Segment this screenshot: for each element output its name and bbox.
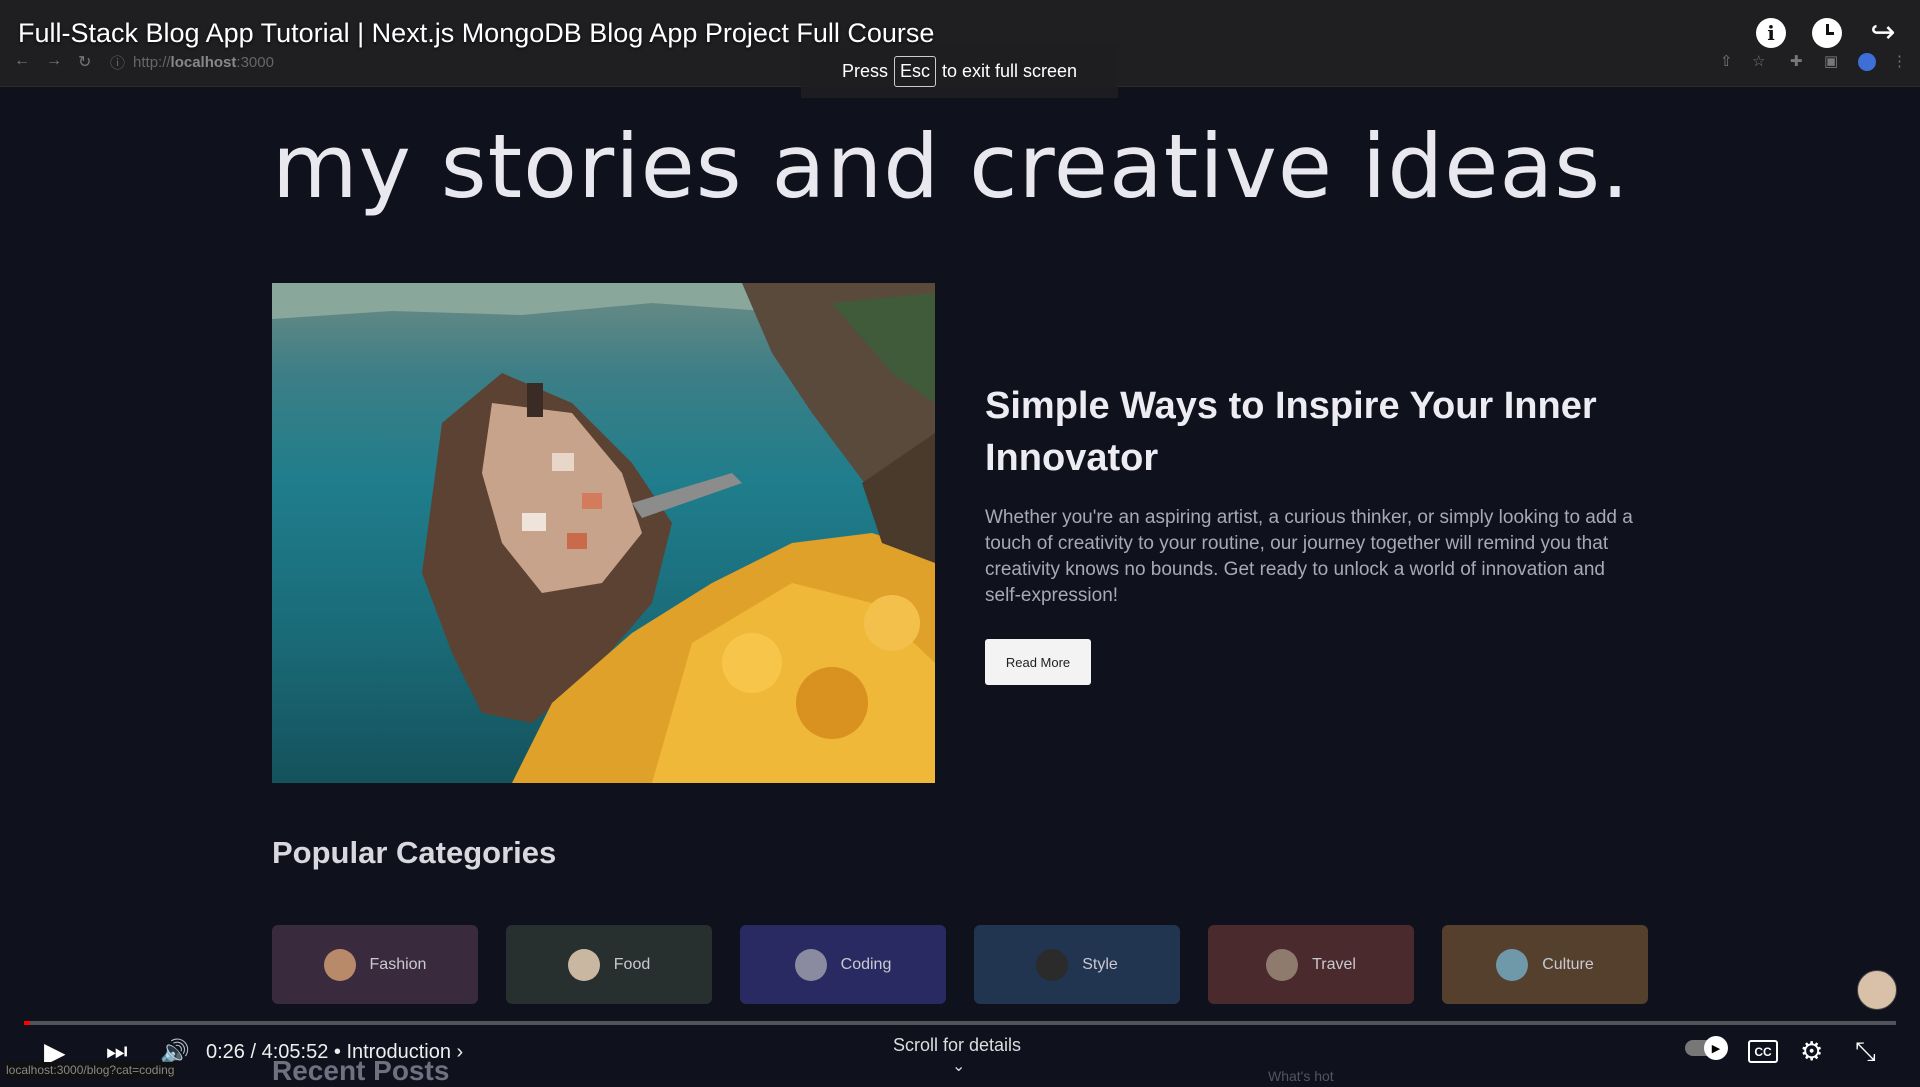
- category-avatar: [1036, 948, 1069, 981]
- progress-track: [24, 1021, 1896, 1025]
- featured-post-title[interactable]: Simple Ways to Inspire Your Inner Innova…: [985, 380, 1625, 484]
- category-label: Travel: [1312, 955, 1356, 973]
- share-page-icon[interactable]: ⇧: [1720, 52, 1733, 70]
- forward-icon[interactable]: →: [46, 52, 62, 70]
- url-text: http://localhost:3000: [133, 53, 274, 71]
- category-label: Style: [1082, 955, 1118, 973]
- category-avatar: [323, 948, 356, 981]
- esc-key: Esc: [893, 56, 936, 87]
- category-avatar: [1266, 948, 1299, 981]
- featured-post-description: Whether you're an aspiring artist, a cur…: [985, 507, 1633, 606]
- category-travel[interactable]: Travel: [1208, 925, 1414, 1004]
- share-icon[interactable]: ↪: [1868, 18, 1898, 48]
- exit-fullscreen-icon[interactable]: ⤡: [1855, 1036, 1876, 1068]
- category-food[interactable]: Food: [506, 925, 712, 1004]
- site-info-icon[interactable]: ⓘ: [110, 52, 125, 73]
- floating-avatar[interactable]: [1857, 970, 1897, 1010]
- bookmark-star-icon[interactable]: ☆: [1752, 52, 1765, 70]
- status-bar-url: localhost:3000/blog?cat=coding: [4, 1062, 177, 1078]
- category-label: Fashion: [369, 955, 427, 973]
- category-avatar: [794, 948, 827, 981]
- category-label: Culture: [1542, 955, 1594, 973]
- side-panel-icon[interactable]: ▣: [1824, 52, 1838, 70]
- autoplay-play-icon: ▶: [1704, 1036, 1728, 1060]
- category-coding[interactable]: Coding: [740, 925, 946, 1004]
- video-title[interactable]: Full-Stack Blog App Tutorial | Next.js M…: [18, 18, 934, 49]
- fullscreen-toast: Press Esc to exit full screen: [801, 45, 1118, 98]
- read-more-button[interactable]: Read More: [985, 639, 1091, 685]
- time-display: 0:26 / 4:05:52 • Introduction ›: [206, 1041, 464, 1063]
- reload-icon[interactable]: ↻: [78, 52, 91, 72]
- category-fashion[interactable]: Fashion: [272, 925, 478, 1004]
- browser-menu-icon[interactable]: ⋮: [1892, 52, 1907, 70]
- extensions-icon[interactable]: ✚: [1790, 52, 1803, 70]
- settings-icon[interactable]: ⚙: [1800, 1036, 1823, 1067]
- video-progress-bar[interactable]: [24, 1021, 1896, 1025]
- category-avatar: [567, 948, 600, 981]
- category-culture[interactable]: Culture: [1442, 925, 1648, 1004]
- toast-rest-text: to exit full screen: [941, 61, 1078, 81]
- back-icon[interactable]: ←: [14, 52, 30, 70]
- hero-heading: my stories and creative ideas.: [272, 115, 1631, 218]
- category-list: Fashion Food Coding Style Travel Culture: [272, 925, 1648, 1004]
- featured-post-image: [272, 283, 935, 783]
- category-style[interactable]: Style: [974, 925, 1180, 1004]
- info-icon[interactable]: i: [1756, 18, 1786, 48]
- popular-categories-heading: Popular Categories: [272, 835, 557, 870]
- chevron-down-icon[interactable]: ⌄: [952, 1056, 965, 1076]
- category-avatar: [1496, 948, 1529, 981]
- player-top-actions: i ↪: [1756, 18, 1898, 48]
- cc-icon[interactable]: CC: [1748, 1040, 1778, 1063]
- scroll-hint: Scroll for details: [893, 1035, 1022, 1055]
- chapter-label[interactable]: • Introduction ›: [334, 1041, 463, 1063]
- player-controls: ▶ ⏭ 🔊 0:26 / 4:05:52 • Introduction › Sc…: [0, 1030, 1920, 1080]
- coastal-village-illustration: [272, 283, 935, 783]
- toast-press-text: Press: [841, 61, 888, 81]
- category-label: Coding: [840, 955, 892, 973]
- profile-avatar[interactable]: [1858, 53, 1876, 71]
- progress-fill: [24, 1021, 30, 1025]
- category-label: Food: [613, 955, 651, 973]
- clock-icon[interactable]: [1812, 18, 1842, 48]
